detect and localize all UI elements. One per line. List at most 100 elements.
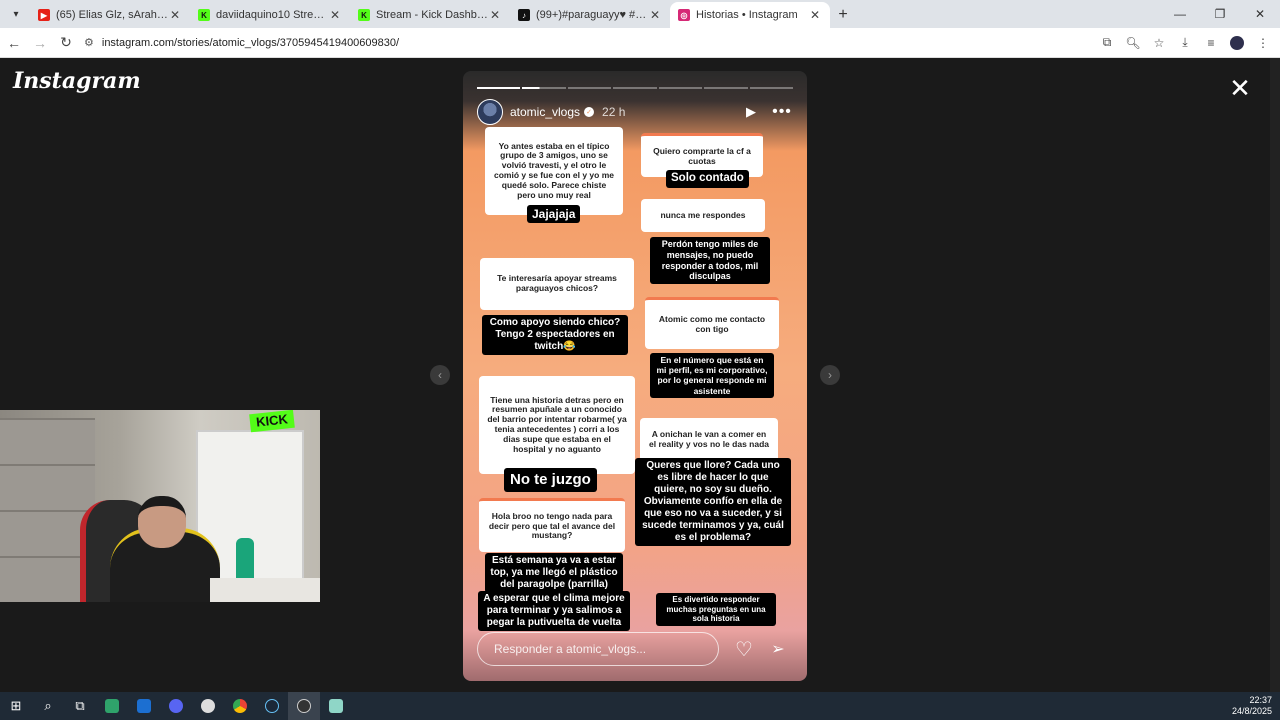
story-progress-bar xyxy=(477,87,793,89)
answer-text: A esperar que el clima mejore para termi… xyxy=(478,591,630,631)
question-card: Atomic como me contacto con tigo xyxy=(645,297,779,349)
tab-strip: ▾ ▶ (65) Elias Glz, sArah, Wave, Gala...… xyxy=(0,0,1280,28)
browser-tab-2[interactable]: K Stream - Kick Dashboard ✕ xyxy=(350,2,510,28)
site-info-icon[interactable]: ⚙ xyxy=(84,36,94,49)
outlook-icon[interactable] xyxy=(128,692,160,720)
previous-story-icon[interactable]: ‹ xyxy=(430,365,450,385)
url-text: instagram.com/stories/atomic_vlogs/37059… xyxy=(101,36,400,49)
answer-text: Solo contado xyxy=(666,170,749,188)
webcam-overlay: KICK xyxy=(0,410,320,602)
tab-title: (99+)#paraguayy♥ #albirroja... xyxy=(536,9,648,21)
heart-icon[interactable]: ♡ xyxy=(733,637,755,662)
send-icon[interactable]: ➢ xyxy=(767,639,789,659)
close-tab-icon[interactable]: ✕ xyxy=(808,8,822,22)
instagram-icon: ◎ xyxy=(678,9,690,21)
answer-text: Queres que llore? Cada uno es libre de h… xyxy=(635,458,791,546)
close-tab-icon[interactable]: ✕ xyxy=(168,8,182,22)
verified-badge-icon: ✓ xyxy=(584,107,595,117)
progress-segment xyxy=(613,87,657,89)
answer-text: Está semana ya va a estar top, ya me lle… xyxy=(485,553,623,593)
system-clock[interactable]: 22:37 24/8/2025 xyxy=(1232,695,1280,717)
clock-time: 22:37 xyxy=(1249,695,1272,705)
answer-text: No te juzgo xyxy=(504,468,597,492)
browser-tab-1[interactable]: K daviidaquino10 Stream - Watch... ✕ xyxy=(190,2,350,28)
instagram-logo[interactable]: Instagram xyxy=(13,68,141,94)
close-window-icon[interactable]: ✕ xyxy=(1240,0,1280,28)
address-toolbar: ← → ↻ ⚙ instagram.com/stories/atomic_vlo… xyxy=(0,28,1280,58)
next-story-icon[interactable]: › xyxy=(820,365,840,385)
reply-input[interactable] xyxy=(477,632,719,666)
discord-icon[interactable] xyxy=(160,692,192,720)
progress-segment xyxy=(477,87,521,89)
browser-tab-4[interactable]: ◎ Historias • Instagram ✕ xyxy=(670,2,830,28)
clock-date: 24/8/2025 xyxy=(1231,706,1272,716)
scrollbar[interactable] xyxy=(1270,58,1280,692)
story-header: atomic_vlogs ✓ 22 h ▶ ••• xyxy=(477,99,793,125)
question-card: Tiene una historia detras pero en resume… xyxy=(479,376,635,474)
question-card: Yo antes estaba en el típico grupo de 3 … xyxy=(485,127,623,215)
zoom-icon[interactable]: 🔍︎ xyxy=(1122,32,1144,54)
obs-icon[interactable] xyxy=(288,692,320,720)
window-controls: — ❐ ✕ xyxy=(1160,0,1280,28)
reply-bar: ♡ ➢ xyxy=(477,631,793,667)
forward-icon[interactable]: → xyxy=(28,31,52,55)
close-tab-icon[interactable]: ✕ xyxy=(488,8,502,22)
question-card: Hola broo no tengo nada para decir pero … xyxy=(479,498,625,552)
close-tab-icon[interactable]: ✕ xyxy=(648,8,662,22)
close-tab-icon[interactable]: ✕ xyxy=(328,8,342,22)
avatar[interactable] xyxy=(477,99,503,125)
chrome-icon[interactable] xyxy=(224,692,256,720)
windows-start-icon[interactable]: ⊞ xyxy=(0,692,32,720)
story-timestamp: 22 h xyxy=(602,105,626,119)
question-card: Te interesaría apoyar streams paraguayos… xyxy=(480,258,634,310)
youtube-icon: ▶ xyxy=(38,9,50,21)
tiktok-icon: ♪ xyxy=(518,9,530,21)
app-icon-3[interactable] xyxy=(320,692,352,720)
answer-text: Jajajaja xyxy=(527,205,581,224)
question-card: A onichan le van a comer en el reality y… xyxy=(640,418,778,462)
reload-icon[interactable]: ↻ xyxy=(54,31,78,55)
app-icon-2[interactable] xyxy=(192,692,224,720)
app-icon-1[interactable] xyxy=(96,692,128,720)
streamer-head xyxy=(138,496,186,548)
story-username[interactable]: atomic_vlogs xyxy=(510,105,580,119)
tab-title: Stream - Kick Dashboard xyxy=(376,9,488,21)
tab-title: (65) Elias Glz, sArah, Wave, Gala... xyxy=(56,9,168,21)
back-icon[interactable]: ← xyxy=(2,31,26,55)
story-card[interactable]: atomic_vlogs ✓ 22 h ▶ ••• Yo antes estab… xyxy=(463,71,807,681)
restore-icon[interactable]: ❐ xyxy=(1200,0,1240,28)
browser-tab-3[interactable]: ♪ (99+)#paraguayy♥ #albirroja... ✕ xyxy=(510,2,670,28)
url-bar[interactable]: ⚙ instagram.com/stories/atomic_vlogs/370… xyxy=(84,31,1094,55)
answer-text: Como apoyo siendo chico? Tengo 2 especta… xyxy=(482,315,628,355)
progress-segment xyxy=(658,87,703,89)
minimize-icon[interactable]: — xyxy=(1160,0,1200,28)
tab-title: Historias • Instagram xyxy=(696,9,798,21)
kick-icon: K xyxy=(198,9,210,21)
download-icon[interactable]: ⤓ xyxy=(1174,32,1196,54)
chrome-menu-icon[interactable]: ⋮ xyxy=(1252,32,1274,54)
answer-text: Perdón tengo miles de mensajes, no puedo… xyxy=(650,237,770,285)
new-tab-button[interactable]: + xyxy=(830,2,856,28)
tab-search-button[interactable]: ▾ xyxy=(4,2,28,26)
tab-title: daviidaquino10 Stream - Watch... xyxy=(216,9,328,21)
question-card: nunca me respondes xyxy=(641,199,765,232)
bookmark-star-icon[interactable]: ☆ xyxy=(1148,32,1170,54)
play-icon[interactable]: ▶ xyxy=(741,104,761,120)
search-icon[interactable]: ⌕ xyxy=(32,692,64,720)
browser-tab-0[interactable]: ▶ (65) Elias Glz, sArah, Wave, Gala... ✕ xyxy=(30,2,190,28)
answer-text: En el número que está en mi perfil, es m… xyxy=(650,353,774,398)
taskbar: ⊞ ⌕ ⧉ 22:37 24/8/2025 xyxy=(0,692,1280,720)
desk xyxy=(210,578,320,602)
profile-avatar[interactable] xyxy=(1226,32,1248,54)
progress-segment xyxy=(704,87,748,89)
steam-icon[interactable] xyxy=(256,692,288,720)
progress-segment xyxy=(749,87,793,89)
close-icon[interactable]: ✕ xyxy=(1228,75,1252,101)
progress-segment xyxy=(522,87,566,89)
media-control-icon[interactable]: ≡ xyxy=(1200,32,1222,54)
install-app-icon[interactable]: ⧉ xyxy=(1096,32,1118,54)
story-caption: Es divertido responder muchas preguntas … xyxy=(656,593,776,626)
more-options-icon[interactable]: ••• xyxy=(771,103,793,121)
kick-icon: K xyxy=(358,9,370,21)
task-view-icon[interactable]: ⧉ xyxy=(64,692,96,720)
